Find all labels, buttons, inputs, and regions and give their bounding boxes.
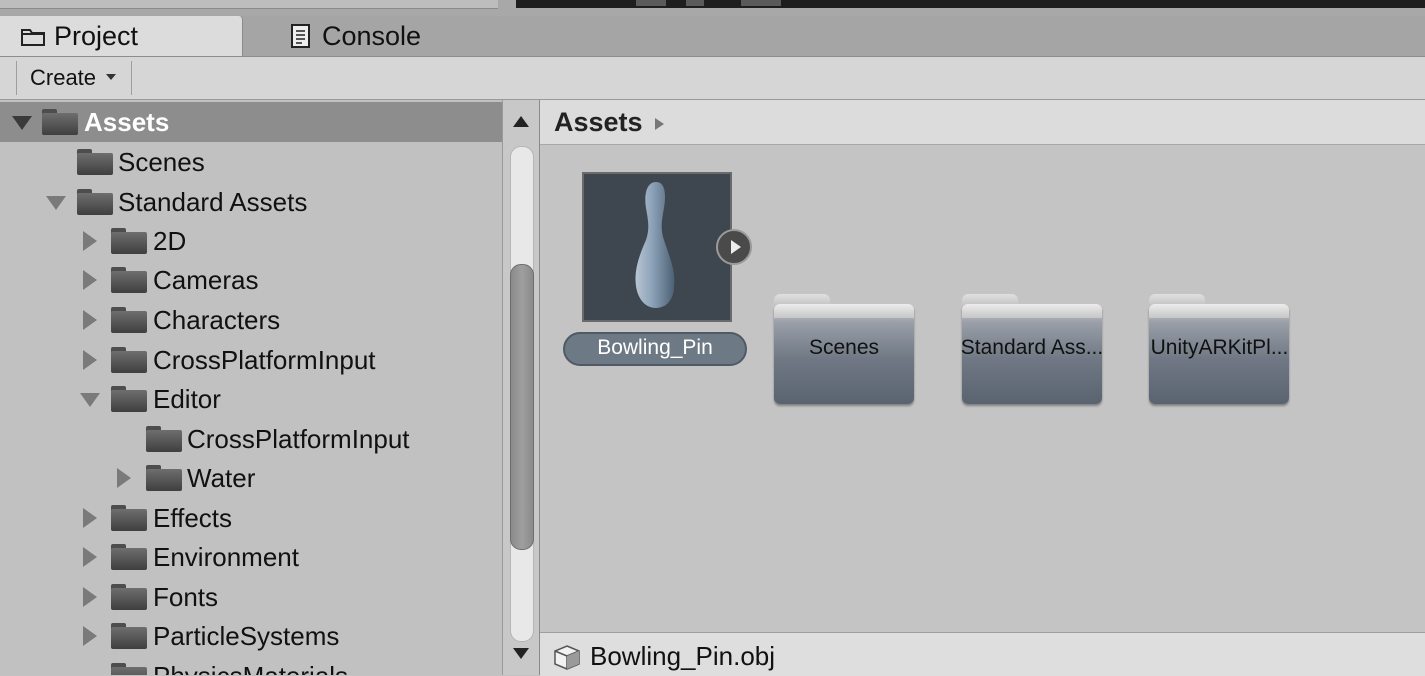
folder-icon	[111, 267, 147, 293]
asset-name: Standard Ass...	[960, 336, 1104, 359]
create-dropdown-button[interactable]: Create	[16, 61, 132, 95]
folder-icon	[20, 23, 46, 49]
tree-item-physicsmaterials[interactable]: PhysicsMaterials	[0, 656, 502, 675]
scene-view-edge	[516, 0, 1425, 8]
expand-play-button[interactable]	[716, 229, 752, 265]
tree-scrollbar[interactable]	[502, 100, 540, 675]
tree-item-label: ParticleSystems	[153, 620, 340, 651]
folder-icon	[77, 189, 113, 215]
scroll-thumb[interactable]	[510, 264, 534, 550]
expanded-arrow-icon[interactable]	[80, 393, 100, 407]
tree-item-effects[interactable]: Effects	[0, 498, 502, 538]
play-icon	[731, 240, 741, 254]
tree-item-particlesystems[interactable]: ParticleSystems	[0, 616, 502, 656]
breadcrumb-assets[interactable]: Assets	[554, 107, 643, 138]
tree-item-water[interactable]: Water	[0, 458, 502, 498]
tree-item-cameras[interactable]: Cameras	[0, 260, 502, 300]
folder-icon	[111, 663, 147, 675]
tab-bar: Project Console	[0, 16, 1425, 57]
project-toolbar: Create	[0, 57, 1425, 100]
tree-item-label: Effects	[153, 502, 233, 533]
bowling-pin-thumbnail[interactable]	[582, 172, 732, 322]
dropdown-caret-icon	[106, 74, 117, 80]
folder-icon	[111, 505, 147, 531]
folder-icon	[111, 307, 147, 333]
tree-item-label: Cameras	[153, 264, 259, 295]
tree-item-label: Scenes	[118, 146, 205, 177]
expanded-arrow-icon[interactable]	[12, 116, 32, 130]
scroll-down-arrow-icon[interactable]	[513, 648, 529, 659]
tab-console[interactable]: Console	[268, 16, 468, 56]
folder-icon	[111, 386, 147, 412]
selected-file-name: Bowling_Pin.obj	[590, 641, 776, 671]
tree-item-standard-assets[interactable]: Standard Assets	[0, 182, 502, 222]
tree-item-label: CrossPlatformInput	[187, 423, 410, 454]
breadcrumb-arrow-icon	[654, 118, 664, 130]
expanded-arrow-icon[interactable]	[46, 196, 66, 210]
create-label: Create	[30, 65, 97, 90]
mesh-cube-icon	[552, 643, 582, 671]
tree-item-label: Assets	[84, 106, 170, 137]
tree-item-label: Editor	[153, 383, 221, 414]
collapsed-arrow-icon[interactable]	[83, 626, 97, 646]
tree-item-label: 2D	[153, 225, 187, 256]
tree-item-label: Environment	[153, 541, 299, 572]
asset-browser-panel: Assets Bowling_Pin Scenes Standard Ass..…	[540, 100, 1425, 675]
tree-item-label: PhysicsMaterials	[153, 661, 348, 676]
tree-item-label: Fonts	[153, 581, 219, 612]
collapsed-arrow-icon[interactable]	[83, 508, 97, 528]
folder-icon	[111, 347, 147, 373]
folder-icon	[111, 623, 147, 649]
tree-item-assets[interactable]: Assets	[0, 102, 502, 142]
status-bar: Bowling_Pin.obj	[540, 632, 1425, 676]
tab-project[interactable]: Project	[0, 16, 243, 56]
folder-icon	[111, 544, 147, 570]
folder-icon	[77, 149, 113, 175]
bowling-pin-model-icon	[635, 182, 675, 308]
tree-item-scenes[interactable]: Scenes	[0, 142, 502, 182]
asset-name: Bowling_Pin	[597, 336, 713, 359]
top-edge-strip	[0, 0, 1425, 16]
tree-item-editor-crossplatforminput[interactable]: CrossPlatformInput	[0, 419, 502, 459]
tree-item-label: Standard Assets	[118, 186, 308, 217]
tree-item-label: Characters	[153, 304, 281, 335]
asset-name: UnityARKitPl...	[1150, 336, 1289, 359]
tree-item-environment[interactable]: Environment	[0, 537, 502, 577]
tree-item-crossplatforminput[interactable]: CrossPlatformInput	[0, 340, 502, 380]
collapsed-arrow-icon[interactable]	[83, 350, 97, 370]
folder-tree: Assets Scenes Standard Assets 2D Cameras…	[0, 100, 502, 675]
collapsed-arrow-icon[interactable]	[83, 270, 97, 290]
collapsed-arrow-icon[interactable]	[83, 231, 97, 251]
tab-console-label: Console	[322, 20, 422, 51]
tree-item-characters[interactable]: Characters	[0, 300, 502, 340]
console-icon	[288, 23, 314, 49]
tree-item-label: Water	[187, 462, 256, 493]
folder-icon	[146, 465, 182, 491]
tab-project-label: Project	[54, 20, 139, 51]
tree-item-fonts[interactable]: Fonts	[0, 577, 502, 617]
top-left-edge	[0, 0, 498, 9]
asset-name: Scenes	[808, 336, 880, 359]
folder-icon	[111, 228, 147, 254]
scroll-up-arrow-icon[interactable]	[513, 116, 529, 127]
tree-item-editor[interactable]: Editor	[0, 379, 502, 419]
breadcrumb: Assets	[540, 100, 1425, 145]
tree-item-2d[interactable]: 2D	[0, 221, 502, 261]
folder-icon	[42, 109, 78, 135]
collapsed-arrow-icon[interactable]	[83, 587, 97, 607]
collapsed-arrow-icon[interactable]	[117, 468, 131, 488]
folder-open-icon	[146, 426, 182, 452]
collapsed-arrow-icon[interactable]	[83, 547, 97, 567]
collapsed-arrow-icon[interactable]	[83, 310, 97, 330]
folder-icon	[111, 584, 147, 610]
tree-item-label: CrossPlatformInput	[153, 344, 376, 375]
